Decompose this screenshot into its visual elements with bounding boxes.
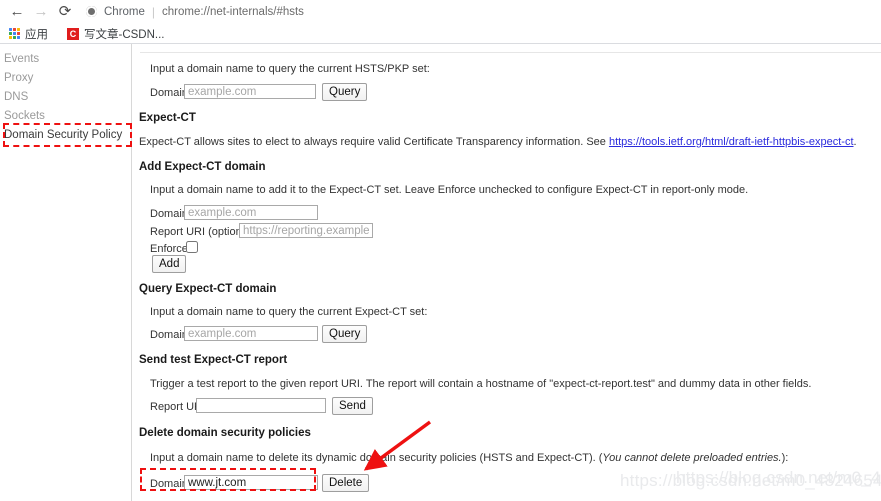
apps-grid-icon [9,28,20,39]
forward-icon[interactable]: → [29,1,53,23]
expect-ct-desc-period: . [853,136,857,148]
net-internals-page: Events Proxy DNS Sockets Domain Security… [0,44,881,501]
expect-ct-desc-text: Expect-CT allows sites to elect to alway… [139,136,609,148]
bookmarks-bar: 应用 C 写文章-CSDN... [0,24,881,43]
send-report-button[interactable]: Send [332,397,373,415]
bookmark-csdn-label: 写文章-CSDN... [84,28,165,41]
hsts-query-button[interactable]: Query [322,83,368,101]
bookmark-apps[interactable]: 应用 [6,25,51,43]
delete-policies-domain-input[interactable] [184,475,318,490]
add-expect-ct-report-uri-input[interactable] [239,223,373,238]
content-pane: Input a domain name to query the current… [132,44,881,501]
omnibox-url: chrome://net-internals/#hsts [162,5,304,18]
send-report-heading: Send test Expect-CT report [139,354,288,366]
omnibox-scheme-label: Chrome [104,5,145,18]
add-expect-ct-heading: Add Expect-CT domain [139,161,266,173]
watermark-text-overlay: https://blog.csdn.net/m0_48246547/q [676,468,881,487]
reload-icon[interactable]: ⟳ [53,1,77,23]
back-icon[interactable]: ← [5,1,29,23]
delete-policies-desc-tail: ): [781,452,789,464]
csdn-icon: C [67,27,79,40]
bookmark-csdn[interactable]: C 写文章-CSDN... [64,25,168,43]
query-expect-ct-heading: Query Expect-CT domain [139,283,277,295]
add-expect-ct-enforce-checkbox[interactable] [186,241,198,253]
query-expect-ct-button[interactable]: Query [322,325,368,343]
page-info-icon[interactable] [86,6,97,17]
content-top-divider [140,52,881,53]
delete-policies-button[interactable]: Delete [322,474,370,492]
browser-toolbar: ← → ⟳ Chrome | chrome://net-internals/#h… [0,0,881,23]
expect-ct-description: Expect-CT allows sites to elect to alway… [139,136,857,148]
delete-policies-description: Input a domain name to delete its dynami… [150,452,788,464]
browser-chrome: ← → ⟳ Chrome | chrome://net-internals/#h… [0,0,881,44]
address-bar[interactable]: Chrome | chrome://net-internals/#hsts [86,1,881,23]
omnibox-separator: | [151,4,156,19]
expect-ct-heading: Expect-CT [139,112,196,124]
add-expect-ct-domain-input[interactable] [184,205,318,220]
bookmark-apps-label: 应用 [25,28,48,41]
add-expect-ct-description: Input a domain name to add it to the Exp… [150,184,749,196]
send-report-uri-input[interactable] [196,398,326,413]
sidebar-item-events[interactable]: Events [4,53,39,65]
delete-policies-desc-italic: You cannot delete preloaded entries. [602,452,782,464]
query-expect-ct-description: Input a domain name to query the current… [150,306,428,318]
delete-policies-desc-plain: Input a domain name to delete its dynami… [150,452,603,464]
sidebar-item-domain-security-policy[interactable]: Domain Security Policy [4,129,122,141]
add-expect-ct-button[interactable]: Add [152,255,187,273]
sidebar-item-proxy[interactable]: Proxy [4,72,33,84]
hsts-query-domain-input[interactable] [184,84,316,99]
sidebar-item-dns[interactable]: DNS [4,91,28,103]
expect-ct-spec-link[interactable]: https://tools.ietf.org/html/draft-ietf-h… [609,136,854,148]
sidebar-item-sockets[interactable]: Sockets [4,110,45,122]
send-report-description: Trigger a test report to the given repor… [150,378,812,390]
delete-policies-heading: Delete domain security policies [139,427,311,439]
add-expect-ct-enforce-label: Enforce: [150,243,191,255]
hsts-query-description: Input a domain name to query the current… [150,63,430,75]
query-expect-ct-domain-input[interactable] [184,326,318,341]
sidebar: Events Proxy DNS Sockets Domain Security… [0,44,131,501]
